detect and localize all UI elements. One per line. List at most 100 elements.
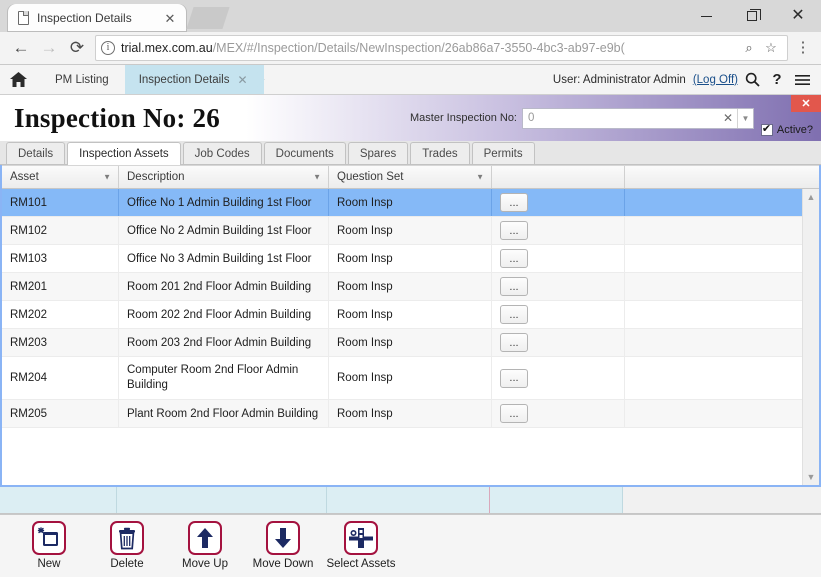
open-details-button[interactable]: ... — [500, 193, 528, 212]
url-path: /MEX/#/Inspection/Details/NewInspection/… — [212, 41, 625, 55]
reload-button[interactable]: ⟳ — [63, 34, 91, 62]
master-inspection-label: Master Inspection No: — [410, 112, 517, 124]
cell-actions: ... — [492, 400, 625, 427]
master-inspection-field[interactable]: 0 ✕ ▼ — [522, 107, 754, 129]
app-navigation-bar: PM Listing Inspection Details ✕ User: Ad… — [0, 65, 821, 95]
column-header-asset[interactable]: Asset ▼ — [2, 166, 119, 188]
chevron-down-icon[interactable]: ▼ — [737, 108, 753, 128]
open-details-button[interactable]: ... — [500, 333, 528, 352]
move-up-button[interactable]: Move Up — [166, 521, 244, 570]
new-button[interactable]: New — [10, 521, 88, 570]
browser-titlebar: Inspection Details ✕ ✕ — [0, 0, 821, 32]
browser-tab-title: Inspection Details — [37, 11, 132, 25]
close-icon[interactable]: ✕ — [237, 73, 247, 87]
open-details-button[interactable]: ... — [500, 305, 528, 324]
scroll-down-icon[interactable]: ▼ — [807, 472, 816, 482]
page-close-button[interactable]: ✕ — [791, 95, 821, 112]
tab-job-codes[interactable]: Job Codes — [182, 142, 262, 164]
close-icon: ✕ — [791, 7, 805, 24]
tab-permits[interactable]: Permits — [471, 142, 535, 164]
table-row[interactable]: RM101 Office No 1 Admin Building 1st Flo… — [2, 189, 819, 217]
close-window-button[interactable]: ✕ — [775, 0, 821, 32]
arrow-down-icon — [266, 521, 300, 555]
breadcrumb-pm-listing[interactable]: PM Listing — [41, 65, 125, 94]
table-row[interactable]: RM203 Room 203 2nd Floor Admin Building … — [2, 329, 819, 357]
log-off-link[interactable]: (Log Off) — [693, 74, 738, 86]
tab-spares[interactable]: Spares — [347, 142, 409, 164]
table-row[interactable]: RM201 Room 201 2nd Floor Admin Building … — [2, 273, 819, 301]
cell-asset: RM202 — [2, 301, 119, 328]
cell-description: Computer Room 2nd Floor Admin Building — [119, 357, 329, 399]
cell-question-set: Room Insp — [329, 245, 492, 272]
cell-question-set: Room Insp — [329, 217, 492, 244]
open-details-button[interactable]: ... — [500, 368, 528, 388]
tab-inspection-assets[interactable]: Inspection Assets — [67, 142, 181, 165]
tab-details[interactable]: Details — [6, 142, 66, 164]
search-icon[interactable]: ⌕ — [738, 40, 760, 56]
active-checkbox-group[interactable]: Active? — [760, 122, 813, 136]
grid-vertical-scrollbar[interactable]: ▲ ▼ — [802, 189, 819, 485]
action-toolbar: New Delete Move Up Move Down Select Asse… — [0, 514, 821, 577]
cell-asset: RM203 — [2, 329, 119, 356]
summary-cell-description — [117, 487, 327, 513]
move-down-button[interactable]: Move Down — [244, 521, 322, 570]
help-icon[interactable]: ? — [766, 69, 788, 91]
bookmark-star-icon[interactable]: ☆ — [760, 40, 782, 56]
new-record-icon — [32, 521, 66, 555]
table-row[interactable]: RM102 Office No 2 Admin Building 1st Flo… — [2, 217, 819, 245]
cell-description: Room 201 2nd Floor Admin Building — [119, 273, 329, 300]
new-tab-button[interactable] — [186, 7, 230, 29]
chevron-down-icon[interactable]: ▼ — [313, 173, 321, 182]
active-checkbox[interactable] — [760, 122, 773, 136]
open-details-button[interactable]: ... — [500, 404, 528, 423]
table-row[interactable]: RM202 Room 202 2nd Floor Admin Building … — [2, 301, 819, 329]
info-icon[interactable]: i — [101, 41, 115, 55]
home-icon — [10, 72, 27, 87]
table-row[interactable]: RM204 Computer Room 2nd Floor Admin Buil… — [2, 357, 819, 400]
browser-tab[interactable]: Inspection Details ✕ — [8, 4, 186, 32]
breadcrumb-inspection-details[interactable]: Inspection Details ✕ — [124, 65, 264, 94]
cell-question-set: Room Insp — [329, 273, 492, 300]
minimize-button[interactable] — [683, 0, 729, 32]
column-header-question-set[interactable]: Question Set ▼ — [329, 166, 492, 188]
browser-menu-icon[interactable]: ⋮ — [792, 40, 814, 55]
delete-button[interactable]: Delete — [88, 521, 166, 570]
grid-body: RM101 Office No 1 Admin Building 1st Flo… — [2, 189, 819, 485]
cell-question-set: Room Insp — [329, 189, 492, 216]
delete-button-label: Delete — [110, 558, 144, 570]
clear-icon[interactable]: ✕ — [719, 111, 737, 125]
maximize-button[interactable] — [729, 0, 775, 32]
open-details-button[interactable]: ... — [500, 249, 528, 268]
column-header-description[interactable]: Description ▼ — [119, 166, 329, 188]
chevron-down-icon[interactable]: ▼ — [476, 173, 484, 182]
chevron-down-icon[interactable]: ▼ — [103, 173, 111, 182]
cell-actions: ... — [492, 329, 625, 356]
open-details-button[interactable]: ... — [500, 221, 528, 240]
close-icon[interactable]: ✕ — [162, 10, 178, 26]
cell-question-set: Room Insp — [329, 329, 492, 356]
summary-cell-filler — [623, 487, 821, 513]
open-details-button[interactable]: ... — [500, 277, 528, 296]
move-down-button-label: Move Down — [252, 558, 314, 570]
cell-question-set: Room Insp — [329, 301, 492, 328]
home-button[interactable] — [0, 65, 41, 94]
table-row[interactable]: RM205 Plant Room 2nd Floor Admin Buildin… — [2, 400, 819, 428]
cell-description: Plant Room 2nd Floor Admin Building — [119, 400, 329, 427]
back-button[interactable]: ← — [7, 34, 35, 62]
cell-asset: RM205 — [2, 400, 119, 427]
tab-trades[interactable]: Trades — [410, 142, 470, 164]
search-icon[interactable] — [741, 69, 763, 91]
cell-description: Office No 3 Admin Building 1st Floor — [119, 245, 329, 272]
scroll-up-icon[interactable]: ▲ — [807, 192, 816, 202]
forward-button[interactable]: → — [35, 34, 63, 62]
move-up-button-label: Move Up — [181, 558, 229, 570]
page-title: Inspection No: 26 — [14, 102, 220, 133]
column-header-filler — [625, 166, 819, 188]
address-bar[interactable]: i trial.mex.com.au/MEX/#/Inspection/Deta… — [95, 35, 788, 61]
table-row[interactable]: RM103 Office No 3 Admin Building 1st Flo… — [2, 245, 819, 273]
select-assets-button[interactable]: Select Assets — [322, 521, 400, 570]
cell-actions: ... — [492, 301, 625, 328]
hamburger-menu-icon[interactable] — [791, 69, 813, 91]
cell-filler — [625, 217, 819, 244]
tab-documents[interactable]: Documents — [263, 142, 346, 164]
